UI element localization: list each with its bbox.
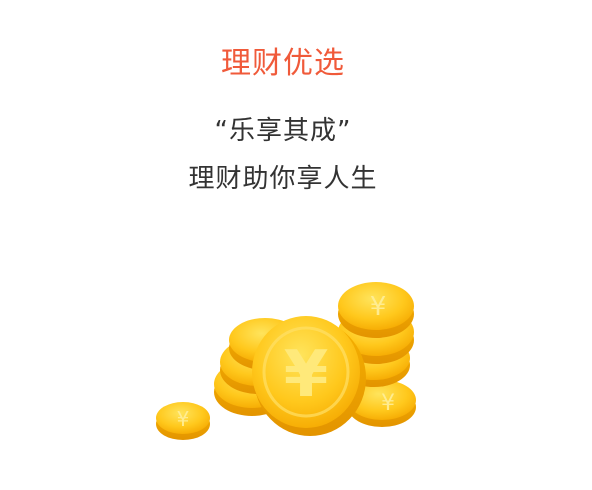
- coin-symbol-top-right: ¥: [370, 292, 387, 322]
- gold-coins-yuan-icon: ¥ ¥ ¥ ¥: [156, 282, 416, 440]
- coin-symbol-bottom-right: ¥: [381, 391, 395, 416]
- small-coin-symbol: ¥: [177, 407, 190, 431]
- large-coin-symbol: ¥: [284, 338, 329, 412]
- page-title: 理财优选: [221, 46, 345, 81]
- slogan-line-2: 理财助你享人生: [188, 164, 378, 194]
- slogan-line-1: “乐享其成”: [214, 116, 352, 146]
- small-coin: ¥: [156, 402, 210, 440]
